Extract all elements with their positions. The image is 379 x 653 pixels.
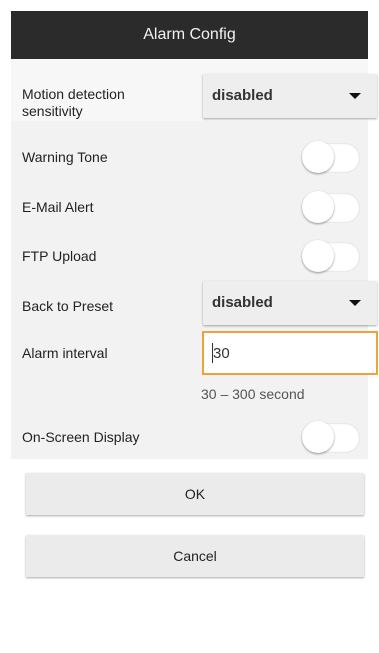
- back-to-preset-value: disabled: [212, 294, 273, 311]
- motion-sensitivity-select[interactable]: disabled: [203, 74, 377, 118]
- toggle-knob: [302, 141, 334, 173]
- dialog-title-bar: Alarm Config: [11, 11, 368, 59]
- toggle-knob: [302, 421, 334, 453]
- alarm-interval-value: 30: [213, 345, 230, 362]
- ftp-upload-toggle[interactable]: [302, 240, 362, 274]
- toggle-knob: [302, 240, 334, 272]
- email-alert-label: E-Mail Alert: [22, 199, 94, 215]
- motion-sensitivity-value: disabled: [212, 87, 273, 104]
- alarm-interval-range-hint: 30 – 300 second: [201, 386, 305, 402]
- toggle-knob: [302, 191, 334, 223]
- on-screen-display-toggle[interactable]: [302, 421, 362, 455]
- dialog-title: Alarm Config: [143, 26, 236, 43]
- dropdown-arrow-icon: [349, 93, 361, 99]
- back-to-preset-select[interactable]: disabled: [203, 281, 377, 325]
- on-screen-display-label: On-Screen Display: [22, 429, 140, 445]
- alarm-interval-label: Alarm interval: [22, 345, 108, 361]
- warning-tone-label: Warning Tone: [22, 149, 108, 165]
- dropdown-arrow-icon: [349, 300, 361, 306]
- motion-sensitivity-label: Motion detection sensitivity: [22, 86, 125, 119]
- email-alert-toggle[interactable]: [302, 191, 362, 225]
- alarm-interval-input[interactable]: 30: [202, 331, 378, 375]
- ftp-upload-label: FTP Upload: [22, 248, 97, 264]
- warning-tone-toggle[interactable]: [302, 141, 362, 175]
- ok-button[interactable]: OK: [26, 473, 364, 515]
- back-to-preset-label: Back to Preset: [22, 298, 114, 314]
- cancel-button[interactable]: Cancel: [26, 535, 364, 577]
